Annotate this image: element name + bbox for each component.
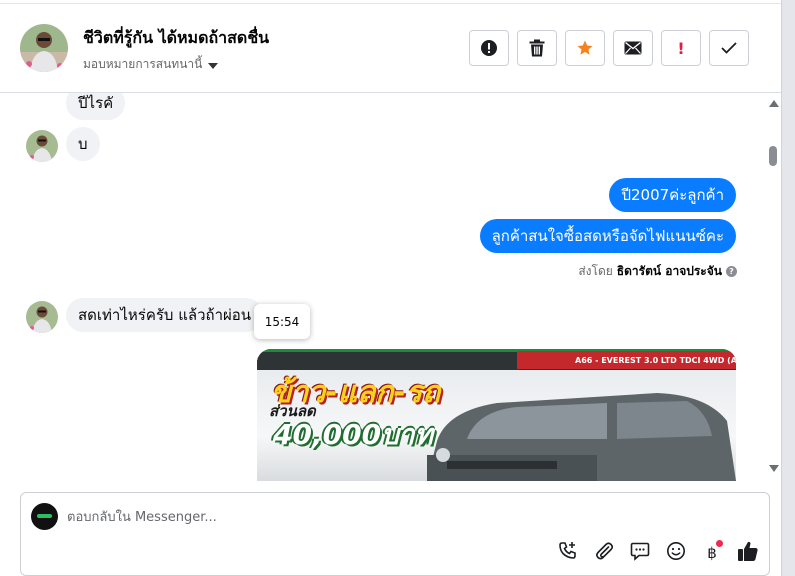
- saved-replies-button[interactable]: [628, 541, 652, 565]
- emoji-button[interactable]: [664, 541, 688, 565]
- help-icon[interactable]: ?: [726, 266, 737, 277]
- header-divider: [0, 3, 781, 4]
- header-actions: !: [469, 30, 749, 66]
- payment-button[interactable]: ฿: [700, 540, 724, 565]
- follow-up-button[interactable]: !: [661, 30, 701, 66]
- notification-dot: [716, 540, 723, 547]
- inbox-conversation: ชีวิตที่รู้กัน ได้หมดถ้าสดชื่น มอบหมายกา…: [0, 0, 795, 576]
- add-call-button[interactable]: [556, 541, 580, 565]
- sent-by-line: ส่งโดย ธิดารัตน์ อาจประจัน ?: [578, 262, 737, 281]
- exclamation-icon: !: [677, 38, 685, 58]
- like-button[interactable]: [736, 541, 760, 565]
- scroll-down-arrow-icon[interactable]: [769, 465, 779, 472]
- mark-spam-button[interactable]: [469, 30, 509, 66]
- message-text: ลูกค้าสนใจซื้อสดหรือจัดไฟแนนซ์คะ: [491, 227, 724, 245]
- star-button[interactable]: [565, 30, 605, 66]
- composer-toolbar: ฿: [556, 540, 760, 565]
- message-text: ปี2007ค่ะลูกค้า: [621, 186, 724, 204]
- thumbs-up-icon: [737, 540, 759, 566]
- conversation-header: ชีวิตที่รู้กัน ได้หมดถ้าสดชื่น มอบหมายกา…: [0, 0, 781, 93]
- car-ad-image[interactable]: A66 - EVEREST 3.0 LTD TDCI 4WD (AUTO)* ข…: [257, 349, 736, 481]
- chat-bubble-icon: [630, 541, 650, 565]
- envelope-icon: [624, 41, 642, 55]
- incoming-message[interactable]: บ: [66, 127, 100, 161]
- attach-button[interactable]: [592, 541, 616, 565]
- scroll-thumb[interactable]: [769, 146, 777, 166]
- add-call-icon: [558, 541, 578, 565]
- delete-button[interactable]: [517, 30, 557, 66]
- contact-name[interactable]: ชีวิตที่รู้กัน ได้หมดถ้าสดชื่น: [83, 26, 269, 51]
- incoming-message[interactable]: ปีไรคั: [66, 93, 126, 120]
- ad-discount-amount: 40,000บาท: [273, 418, 434, 451]
- timestamp-tooltip: 15:54: [254, 304, 310, 339]
- smiley-icon: [666, 541, 686, 565]
- thread-scrollbar[interactable]: [768, 93, 780, 478]
- reply-input[interactable]: [67, 506, 627, 528]
- message-thread[interactable]: ปีไรคั บ ปี2007ค่ะลูกค้า ลูกค้าสนใจซื้อส…: [0, 93, 781, 481]
- alert-circle-icon: [480, 39, 498, 57]
- contact-avatar-small[interactable]: [26, 130, 58, 162]
- chevron-down-icon: [208, 62, 219, 69]
- trash-icon: [529, 39, 545, 57]
- sent-by-name[interactable]: ธิดารัตน์ อาจประจัน: [617, 262, 722, 281]
- mark-done-button[interactable]: [709, 30, 749, 66]
- page-logo-icon: [37, 514, 52, 518]
- page-avatar: [31, 503, 58, 530]
- checkmark-icon: [721, 42, 737, 54]
- message-text: สดเท่าไหร่ครับ แล้วถ้าผ่อน: [78, 306, 252, 324]
- right-panel-edge: [781, 0, 795, 576]
- mark-unread-button[interactable]: [613, 30, 653, 66]
- outgoing-message[interactable]: ลูกค้าสนใจซื้อสดหรือจัดไฟแนนซ์คะ: [479, 219, 736, 253]
- baht-icon: ฿: [707, 544, 717, 562]
- assign-label: มอบหมายการสนทนานี้: [83, 57, 203, 71]
- panel-divider: [781, 0, 782, 576]
- reply-composer: ฿: [20, 492, 770, 576]
- ad-model-text: A66 - EVEREST 3.0 LTD TDCI 4WD (AUTO)*: [575, 356, 736, 365]
- contact-avatar[interactable]: [20, 24, 68, 72]
- outgoing-message[interactable]: ปี2007ค่ะลูกค้า: [609, 178, 736, 212]
- sent-by-prefix: ส่งโดย: [578, 264, 613, 278]
- assign-conversation-dropdown[interactable]: มอบหมายการสนทนานี้: [83, 55, 219, 74]
- incoming-message[interactable]: สดเท่าไหร่ครับ แล้วถ้าผ่อน: [66, 298, 264, 332]
- timestamp-text: 15:54: [264, 314, 300, 329]
- paperclip-icon: [594, 541, 614, 565]
- contact-avatar-small[interactable]: [26, 301, 58, 333]
- star-icon: [576, 39, 594, 57]
- car-illustration: [427, 393, 736, 481]
- message-text: ปีไรคั: [78, 94, 114, 112]
- scroll-up-arrow-icon[interactable]: [769, 100, 779, 107]
- message-text: บ: [78, 135, 88, 153]
